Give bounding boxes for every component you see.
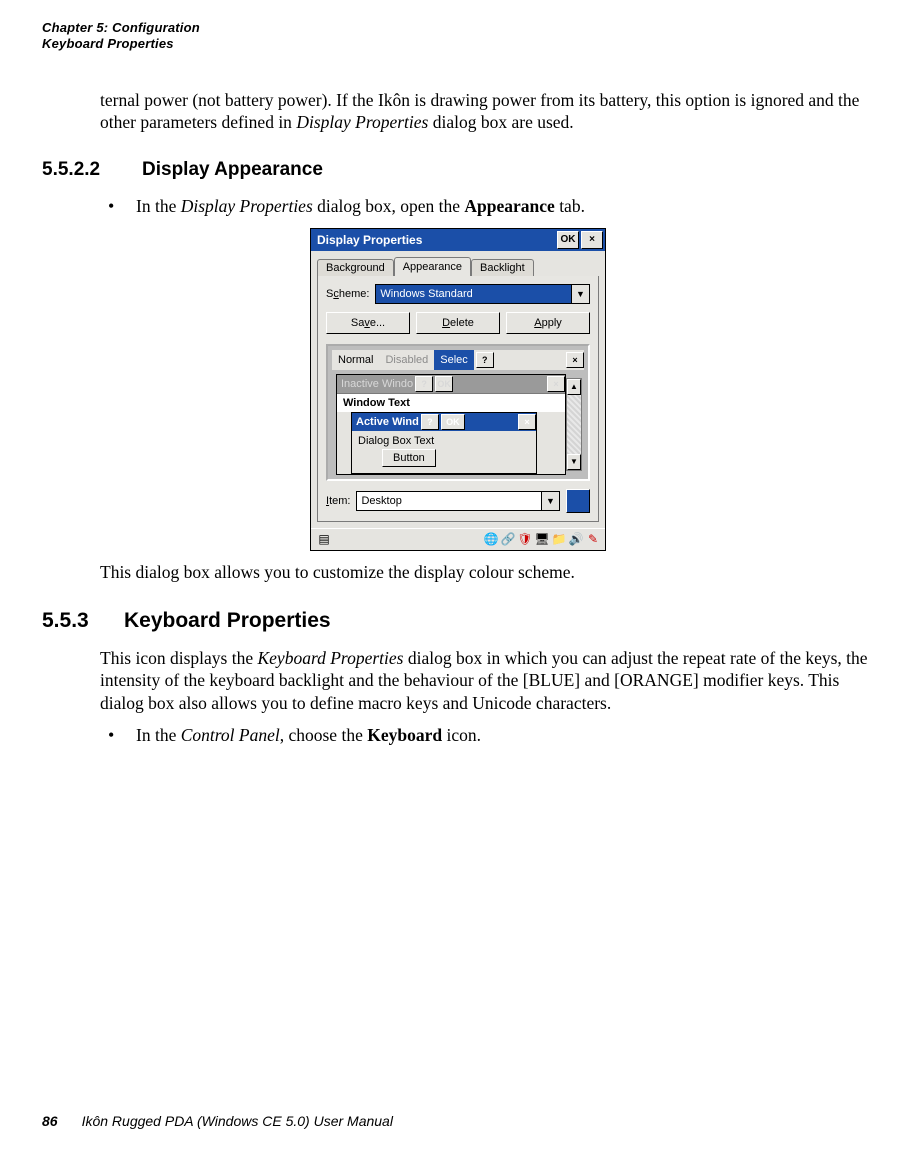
- running-header: Chapter 5: Configuration Keyboard Proper…: [42, 20, 874, 53]
- bullet-text-mid: , choose the: [280, 725, 367, 745]
- para-text: This icon displays the: [100, 648, 257, 668]
- heading-number: 5.5.2.2: [42, 159, 120, 181]
- preview-inactive-title: Inactive Windo: [341, 378, 413, 390]
- preview-active-ok[interactable]: OK: [441, 414, 465, 430]
- preview-dialog-body: Dialog Box Text Button: [352, 431, 536, 473]
- chevron-down-icon[interactable]: ▼: [541, 492, 559, 510]
- system-tray[interactable]: 🌐 🔗 🛡 🖥 📁 🔊 ✎: [483, 531, 601, 547]
- monitor-icon[interactable]: 🖥: [534, 531, 550, 547]
- folder-icon[interactable]: 📁: [551, 531, 567, 547]
- scroll-down-icon[interactable]: ▼: [567, 454, 581, 470]
- tab-appearance[interactable]: Appearance: [394, 257, 471, 276]
- bullet-open-appearance: In the Display Properties dialog box, op…: [100, 195, 868, 217]
- bullet-text: In the: [136, 725, 181, 745]
- bullet-text-end: icon.: [442, 725, 481, 745]
- bullet-bold: Appearance: [464, 196, 554, 216]
- preview-tab-disabled: Disabled: [379, 354, 434, 366]
- scheme-value: Windows Standard: [376, 285, 571, 303]
- item-value: Desktop: [357, 492, 541, 510]
- preview-tabstates: Normal Disabled Selec ? ×: [332, 350, 584, 370]
- chevron-down-icon[interactable]: ▼: [571, 285, 589, 303]
- para-em: Display Properties: [296, 112, 428, 132]
- item-label: Item:: [326, 495, 350, 507]
- preview-scrollbar[interactable]: ▲ ▼: [566, 378, 582, 471]
- preview-active-window: Active Wind ? OK × Dialog Box Text Butto…: [351, 412, 537, 474]
- scheme-label: Scheme:: [326, 288, 369, 300]
- header-section: Keyboard Properties: [42, 36, 200, 52]
- volume-icon[interactable]: 🔊: [568, 531, 584, 547]
- preview-close-button[interactable]: ×: [566, 352, 584, 368]
- keyboard-paragraph: This icon displays the Keyboard Properti…: [100, 647, 868, 714]
- preview-active-titlebar[interactable]: Active Wind ? OK ×: [352, 413, 536, 431]
- preview-tab-normal[interactable]: Normal: [332, 354, 379, 366]
- preview-inactive-ok[interactable]: OK: [435, 376, 453, 392]
- heading-5-5-3: 5.5.3 Keyboard Properties: [42, 609, 874, 633]
- shield-icon[interactable]: 🛡: [517, 531, 533, 547]
- network-icon[interactable]: 🔗: [500, 531, 516, 547]
- preview-inactive-close[interactable]: ×: [547, 376, 565, 392]
- para-text-end: dialog box are used.: [428, 112, 573, 132]
- preview-inactive-window: Inactive Windo ? OK × Window Text Acti: [336, 374, 566, 475]
- close-button[interactable]: ×: [581, 231, 603, 249]
- dialog-titlebar[interactable]: Display Properties OK ×: [311, 229, 605, 251]
- preview-inactive-help[interactable]: ?: [415, 376, 433, 392]
- bullet-em: Display Properties: [181, 196, 313, 216]
- item-color-button[interactable]: [566, 489, 590, 513]
- continuation-paragraph: ternal power (not battery power). If the…: [100, 89, 868, 134]
- appearance-tab-body: Scheme: Windows Standard ▼ Save... Delet…: [317, 276, 599, 522]
- heading-5-5-2-2: 5.5.2.2 Display Appearance: [42, 159, 874, 181]
- scroll-up-icon[interactable]: ▲: [567, 379, 581, 395]
- save-button[interactable]: Save...: [326, 312, 410, 334]
- display-properties-dialog: Display Properties OK × Background Appea…: [310, 228, 606, 551]
- preview-help-button[interactable]: ?: [476, 352, 494, 368]
- scheme-dropdown[interactable]: Windows Standard ▼: [375, 284, 590, 304]
- tab-backlight[interactable]: Backlight: [471, 259, 534, 276]
- preview-dialog-text: Dialog Box Text: [358, 435, 530, 447]
- preview-active-help[interactable]: ?: [421, 414, 439, 430]
- taskbar[interactable]: ▤ 🌐 🔗 🛡 🖥 📁 🔊 ✎: [311, 528, 605, 550]
- para-em: Keyboard Properties: [257, 648, 403, 668]
- pen-icon[interactable]: ✎: [585, 531, 601, 547]
- bullet-text-end: tab.: [555, 196, 585, 216]
- preview-window-text: Window Text: [337, 393, 565, 412]
- tab-background[interactable]: Background: [317, 259, 394, 276]
- heading-title: Keyboard Properties: [124, 609, 331, 633]
- bullet-bold: Keyboard: [367, 725, 442, 745]
- bullet-em: Control Panel: [181, 725, 280, 745]
- delete-button[interactable]: Delete: [416, 312, 500, 334]
- preview-button[interactable]: Button: [382, 449, 436, 467]
- preview-area: Normal Disabled Selec ? × Inactive Windo: [326, 344, 590, 481]
- heading-title: Display Appearance: [142, 159, 323, 181]
- apply-button[interactable]: Apply: [506, 312, 590, 334]
- header-chapter: Chapter 5: Configuration: [42, 20, 200, 36]
- footer-title: Ikôn Rugged PDA (Windows CE 5.0) User Ma…: [82, 1113, 393, 1129]
- bullet-text: In the: [136, 196, 181, 216]
- preview-tab-selected[interactable]: Selec: [434, 350, 474, 370]
- tabs-row: Background Appearance Backlight: [311, 251, 605, 276]
- preview-active-title: Active Wind: [356, 416, 419, 428]
- ok-button[interactable]: OK: [557, 231, 579, 249]
- preview-inactive-titlebar[interactable]: Inactive Windo ? OK ×: [337, 375, 565, 393]
- heading-number: 5.5.3: [42, 609, 102, 633]
- page-number: 86: [42, 1113, 58, 1129]
- preview-active-close[interactable]: ×: [518, 414, 536, 430]
- page-footer: 86 Ikôn Rugged PDA (Windows CE 5.0) User…: [42, 1113, 393, 1129]
- after-image-paragraph: This dialog box allows you to customize …: [100, 561, 868, 583]
- bullet-text-mid: dialog box, open the: [313, 196, 465, 216]
- start-icon[interactable]: ▤: [315, 531, 333, 547]
- dialog-title: Display Properties: [317, 233, 422, 247]
- globe-icon[interactable]: 🌐: [483, 531, 499, 547]
- scroll-track[interactable]: [567, 395, 581, 454]
- item-dropdown[interactable]: Desktop ▼: [356, 491, 560, 511]
- bullet-choose-keyboard: In the Control Panel, choose the Keyboar…: [100, 724, 868, 746]
